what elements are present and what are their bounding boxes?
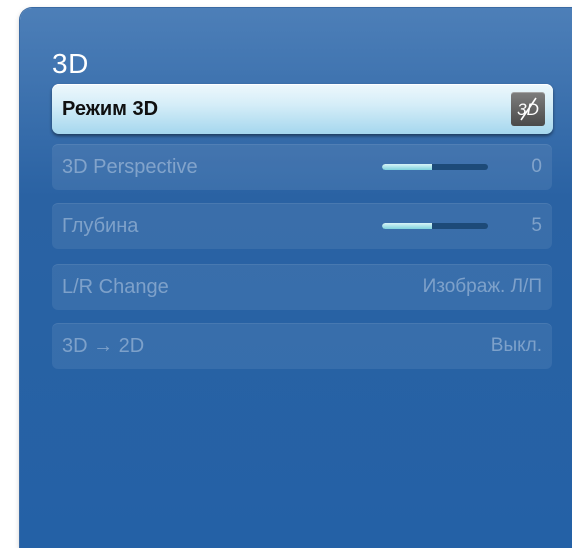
- menu-item-label: 3D → 2D: [62, 335, 145, 357]
- perspective-slider[interactable]: [382, 164, 488, 170]
- menu-item-3d-to-2d[interactable]: 3D → 2D Выкл.: [52, 323, 552, 369]
- menu-item-3d-mode[interactable]: Режим 3D 3D: [52, 84, 553, 134]
- menu-item-3d-perspective[interactable]: 3D Perspective 0: [52, 144, 552, 190]
- slider-fill: [382, 164, 432, 170]
- slider-fill: [382, 223, 432, 229]
- depth-slider[interactable]: [382, 223, 488, 229]
- menu-item-value: 0: [531, 156, 542, 177]
- menu-item-value: Изображ. Л/П: [422, 276, 542, 297]
- 3d-off-icon: 3D: [511, 92, 545, 126]
- menu-item-depth[interactable]: Глубина 5: [52, 203, 552, 249]
- menu-title: 3D: [52, 48, 89, 79]
- menu-item-label: Глубина: [62, 215, 139, 237]
- menu-item-label: L/R Change: [62, 276, 169, 298]
- menu-item-label: Режим 3D: [62, 98, 159, 120]
- menu-item-value: 5: [531, 215, 542, 236]
- menu-item-label: 3D Perspective: [62, 156, 198, 178]
- menu-item-value: Выкл.: [490, 335, 542, 356]
- menu-item-lr-change[interactable]: L/R Change Изображ. Л/П: [52, 264, 552, 310]
